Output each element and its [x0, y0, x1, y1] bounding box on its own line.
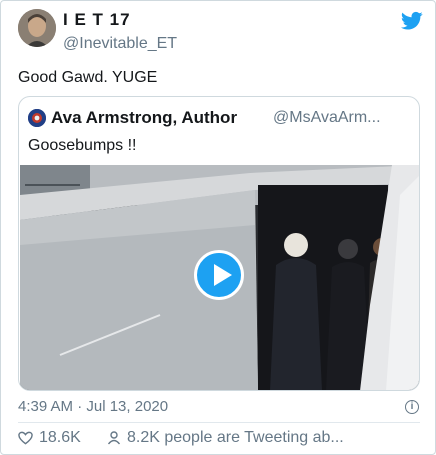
retweet-activity-text: 8.2K people are Tweeting ab...: [127, 429, 344, 446]
tweet-text: Good Gawd. YUGE: [18, 69, 158, 86]
people-icon: [107, 431, 121, 445]
info-icon[interactable]: i: [405, 400, 419, 414]
retweet-activity-link[interactable]: 8.2K people are Tweeting ab...: [107, 429, 344, 447]
twitter-bird-icon[interactable]: [401, 11, 423, 31]
author-avatar[interactable]: [18, 9, 56, 47]
tweet-timestamp[interactable]: 4:39 AM · Jul 13, 2020: [18, 398, 168, 415]
tweet-card[interactable]: I E T 17 @Inevitable_ET Good Gawd. YUGE …: [0, 0, 436, 455]
quoted-author-avatar[interactable]: [28, 109, 46, 127]
author-handle[interactable]: @Inevitable_ET: [63, 35, 177, 53]
quoted-author-handle[interactable]: @MsAvaArm...: [273, 109, 381, 127]
heart-icon: [18, 431, 33, 445]
play-icon[interactable]: [194, 250, 244, 300]
quoted-tweet[interactable]: Ava Armstrong, Author @MsAvaArm... Goose…: [18, 96, 420, 391]
video-thumbnail[interactable]: [20, 165, 419, 390]
like-button[interactable]: 18.6K: [18, 429, 81, 447]
quoted-tweet-text: Goosebumps !!: [28, 137, 137, 154]
divider: [18, 422, 420, 423]
like-count: 18.6K: [39, 429, 81, 446]
author-name[interactable]: I E T 17: [63, 10, 131, 30]
quoted-author-name[interactable]: Ava Armstrong, Author: [51, 108, 237, 128]
